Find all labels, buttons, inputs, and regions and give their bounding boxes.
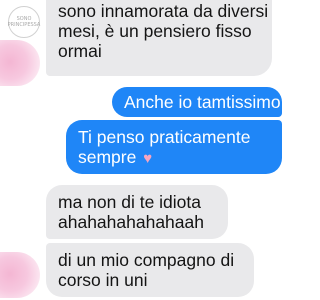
message-text: Ti penso praticamente [78, 127, 251, 147]
message-text: Anche io tamtissimo [124, 92, 281, 112]
chat-conversation: SONO PRINCIPESSA sono innamorata da dive… [0, 0, 293, 300]
heart-icon: ♥ [143, 150, 153, 167]
message-bubble-incoming: ma non di te idiota ahahahahahahaah [46, 185, 228, 239]
message-text: ma non di te idiota [58, 192, 202, 212]
watermark-logo: SONO PRINCIPESSA [8, 6, 40, 38]
message-text: sono innamorata da diversi [58, 1, 269, 21]
avatar[interactable] [0, 40, 40, 86]
message-text: sempre [78, 147, 137, 167]
message-bubble-outgoing: Anche io tamtissimo [112, 87, 282, 117]
message-bubble-outgoing: Ti penso praticamente sempre ♥ [66, 120, 282, 174]
message-text: ahahahahahahaah [58, 212, 204, 232]
message-bubble-incoming: di un mio compagno di corso in uni [46, 243, 254, 297]
avatar[interactable] [0, 252, 40, 298]
message-text: corso in uni [58, 270, 148, 290]
message-text: di un mio compagno di [58, 250, 235, 270]
message-text: mesi, è un pensiero fisso [58, 21, 252, 41]
message-text: ormai [58, 41, 102, 61]
message-bubble-incoming: sono innamorata da diversi mesi, è un pe… [46, 0, 272, 76]
watermark-text: SONO PRINCIPESSA [7, 16, 41, 28]
